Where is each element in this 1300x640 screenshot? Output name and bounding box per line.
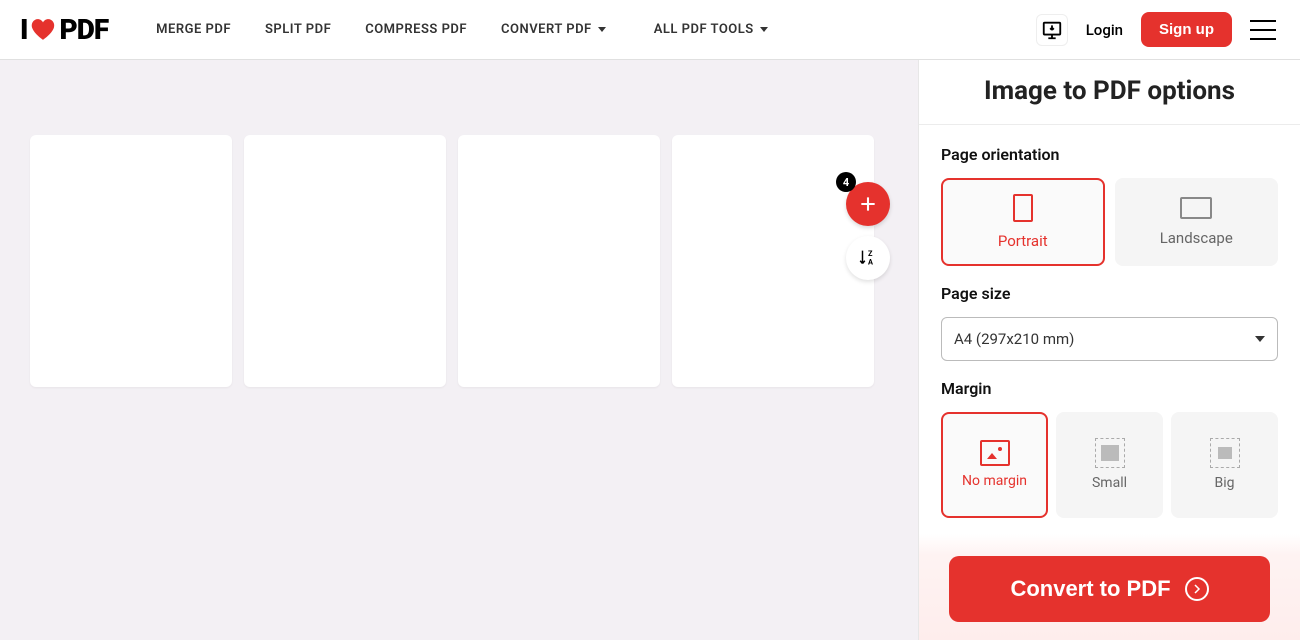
nav-compress[interactable]: COMPRESS PDF <box>365 22 467 37</box>
hamburger-line <box>1250 38 1276 40</box>
margin-small[interactable]: Small <box>1056 412 1163 518</box>
no-margin-icon <box>980 440 1010 466</box>
orientation-landscape[interactable]: Landscape <box>1115 178 1279 266</box>
orientation-portrait-label: Portrait <box>998 232 1048 250</box>
portrait-icon <box>1013 194 1033 222</box>
convert-button[interactable]: Convert to PDF <box>949 556 1270 622</box>
page-thumbnail[interactable] <box>30 135 232 387</box>
add-file-button[interactable]: 4 <box>846 182 890 226</box>
sidebar-title: Image to PDF options <box>919 60 1300 125</box>
pagesize-label: Page size <box>941 284 1278 303</box>
logo-suffix: PDF <box>59 13 108 46</box>
download-desktop-button[interactable] <box>1036 14 1068 46</box>
plus-icon <box>858 194 878 214</box>
main-layout: 4 Z A Image to PDF options Page orientat… <box>0 60 1300 640</box>
file-count-badge: 4 <box>836 172 856 192</box>
margin-none[interactable]: No margin <box>941 412 1048 518</box>
convert-wrapper: Convert to PDF <box>919 534 1300 640</box>
login-link[interactable]: Login <box>1086 21 1123 39</box>
menu-button[interactable] <box>1250 20 1276 40</box>
margin-label: Margin <box>941 379 1278 398</box>
hamburger-line <box>1250 29 1276 31</box>
desktop-download-icon <box>1041 19 1063 41</box>
nav-merge[interactable]: MERGE PDF <box>156 22 231 37</box>
margin-big-label: Big <box>1215 476 1235 491</box>
chevron-down-icon <box>760 27 768 32</box>
nav-alltools[interactable]: ALL PDF TOOLS <box>654 22 768 37</box>
options-sidebar: Image to PDF options Page orientation Po… <box>918 60 1300 640</box>
hamburger-line <box>1250 20 1276 22</box>
orientation-portrait[interactable]: Portrait <box>941 178 1105 266</box>
sidebar-body: Page orientation Portrait Landscape Page… <box>919 125 1300 518</box>
margin-none-label: No margin <box>962 474 1027 489</box>
chevron-down-icon <box>1255 336 1265 342</box>
svg-text:A: A <box>868 257 873 266</box>
orientation-label: Page orientation <box>941 145 1278 164</box>
sort-za-icon: Z A <box>857 247 879 269</box>
margin-row: No margin Small Big <box>941 412 1278 518</box>
page-thumbnail[interactable] <box>458 135 660 387</box>
nav-split[interactable]: SPLIT PDF <box>265 22 331 37</box>
app-header: I PDF MERGE PDF SPLIT PDF COMPRESS PDF C… <box>0 0 1300 60</box>
margin-small-label: Small <box>1092 476 1127 491</box>
fab-group: 4 Z A <box>846 182 890 280</box>
arrow-right-circle-icon <box>1185 577 1209 601</box>
orientation-landscape-label: Landscape <box>1160 229 1233 247</box>
main-nav: MERGE PDF SPLIT PDF COMPRESS PDF CONVERT… <box>156 22 768 37</box>
page-thumbnail[interactable] <box>244 135 446 387</box>
chevron-down-icon <box>598 27 606 32</box>
convert-button-label: Convert to PDF <box>1010 576 1170 602</box>
small-margin-icon <box>1095 438 1125 468</box>
landscape-icon <box>1180 197 1212 219</box>
pagesize-select[interactable]: A4 (297x210 mm) <box>941 317 1278 361</box>
pagesize-value: A4 (297x210 mm) <box>954 330 1074 348</box>
big-margin-icon <box>1210 438 1240 468</box>
header-right: Login Sign up <box>1036 12 1276 47</box>
nav-convert[interactable]: CONVERT PDF <box>501 22 606 37</box>
canvas-area[interactable]: 4 Z A <box>0 60 918 640</box>
heart-icon <box>29 17 57 43</box>
sort-button[interactable]: Z A <box>846 236 890 280</box>
logo-prefix: I <box>20 13 27 46</box>
orientation-row: Portrait Landscape <box>941 178 1278 266</box>
margin-big[interactable]: Big <box>1171 412 1278 518</box>
signup-button[interactable]: Sign up <box>1141 12 1232 47</box>
logo[interactable]: I PDF <box>20 13 108 46</box>
